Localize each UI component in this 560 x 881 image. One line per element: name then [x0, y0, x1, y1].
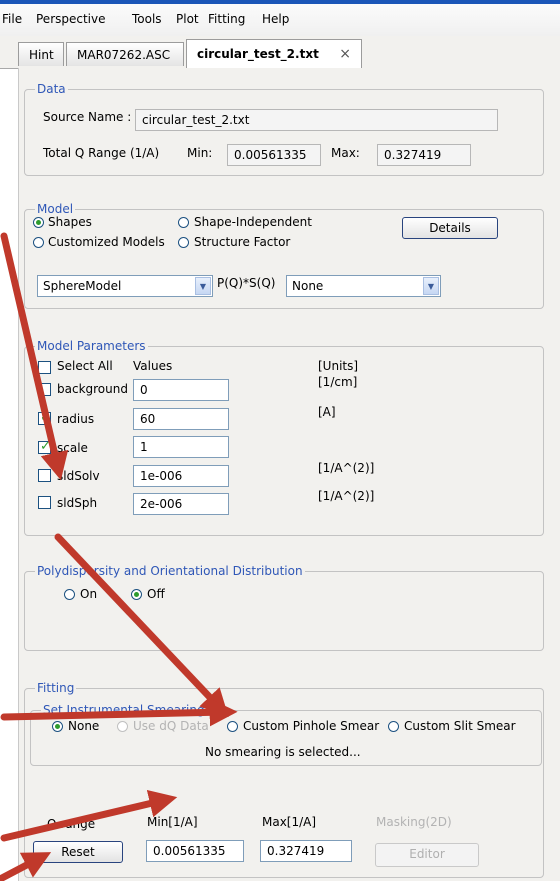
param-name-radius: radius [57, 412, 95, 426]
chevron-down-icon[interactable]: ▼ [423, 277, 439, 295]
polydispersity-off-radio[interactable] [131, 589, 142, 600]
sldsph-checkbox[interactable] [38, 496, 51, 509]
shapes-label: Shapes [48, 215, 92, 229]
menu-perspective[interactable]: Perspective [36, 12, 106, 26]
param-unit-sldsph: [1/A^(2)] [318, 489, 375, 503]
polydispersity-title: Polydispersity and Orientational Distrib… [35, 564, 305, 578]
tab-hint-label: Hint [29, 48, 54, 62]
structure-factor-label: Structure Factor [194, 235, 291, 249]
source-name-field: circular_test_2.txt [135, 109, 498, 131]
polydispersity-off-label: Off [147, 587, 165, 601]
chevron-down-icon[interactable]: ▼ [195, 277, 211, 295]
smear-none-radio[interactable] [52, 721, 63, 732]
editor-button[interactable]: Editor [375, 843, 479, 867]
param-name-scale: scale [57, 441, 88, 455]
tab-circular-test-label: circular_test_2.txt [197, 47, 319, 61]
polydispersity-on-radio[interactable] [64, 589, 75, 600]
smear-slit-label: Custom Slit Smear [404, 719, 516, 733]
smear-none-label: None [68, 719, 100, 733]
tab-strip: Hint MAR07262.ASC circular_test_2.txt × [0, 36, 560, 69]
structure-factor-select-value: None [292, 279, 324, 293]
model-select-value: SphereModel [43, 279, 122, 293]
masking-header: Masking(2D) [376, 815, 452, 829]
menu-file[interactable]: File [2, 12, 22, 26]
smear-status-text: No smearing is selected... [205, 745, 361, 759]
model-parameters-title: Model Parameters [35, 339, 148, 353]
reset-button[interactable]: Reset [33, 841, 123, 863]
smear-dq-radio[interactable] [117, 721, 128, 732]
q-min-field: 0.00561335 [227, 144, 321, 166]
param-name-background: background [57, 382, 128, 396]
model-select[interactable]: SphereModel ▼ [37, 275, 213, 297]
smearing-title: Set Instrumental Smearing [41, 703, 207, 717]
scale-checkbox[interactable] [38, 439, 51, 454]
param-unit-sldsolv: [1/A^(2)] [318, 461, 375, 475]
background-checkbox[interactable] [38, 383, 51, 396]
q-min-input[interactable]: 0.00561335 [146, 840, 244, 862]
menu-help[interactable]: Help [262, 12, 289, 26]
details-button[interactable]: Details [402, 217, 498, 239]
q-max-header: Max[1/A] [262, 815, 317, 829]
param-name-sldsph: sldSph [57, 496, 98, 510]
fitting-title: Fitting [35, 681, 77, 695]
menu-tools[interactable]: Tools [132, 12, 162, 26]
units-header: [Units] [318, 359, 359, 373]
smear-pinhole-label: Custom Pinhole Smear [243, 719, 380, 733]
pq-sq-label: P(Q)*S(Q) [217, 276, 276, 290]
smear-dq-label: Use dQ Data [133, 719, 209, 733]
close-icon[interactable]: × [339, 40, 351, 68]
model-parameters-group: Model Parameters [24, 339, 544, 536]
customized-models-label: Customized Models [48, 235, 165, 249]
q-min-label: Min: [187, 146, 213, 160]
q-max-label: Max: [331, 146, 360, 160]
shape-independent-label: Shape-Independent [194, 215, 312, 229]
tab-circular-test[interactable]: circular_test_2.txt × [186, 39, 362, 69]
tab-hint[interactable]: Hint [18, 42, 64, 66]
param-value-scale[interactable]: 1 [133, 436, 229, 458]
menu-bar: File Perspective Tools Plot Fitting Help [0, 0, 560, 37]
param-value-radius[interactable]: 60 [133, 408, 229, 430]
q-min-header: Min[1/A] [147, 815, 198, 829]
smear-slit-radio[interactable] [388, 721, 399, 732]
menu-fitting[interactable]: Fitting [208, 12, 245, 26]
data-group-title: Data [35, 82, 68, 96]
model-group-title: Model [35, 202, 76, 216]
structure-factor-select[interactable]: None ▼ [286, 275, 441, 297]
param-name-sldsolv: sldSolv [57, 469, 100, 483]
param-value-background[interactable]: 0 [133, 379, 229, 401]
sldsolv-checkbox[interactable] [38, 469, 51, 482]
shape-independent-radio[interactable] [178, 217, 189, 228]
radius-checkbox[interactable] [38, 410, 51, 425]
smear-pinhole-radio[interactable] [227, 721, 238, 732]
values-header: Values [133, 359, 173, 373]
polydispersity-group: Polydispersity and Orientational Distrib… [24, 564, 544, 651]
param-value-sldsph[interactable]: 2e-006 [133, 493, 229, 515]
total-q-range-label: Total Q Range (1/A) [43, 146, 160, 160]
tab-mar07262[interactable]: MAR07262.ASC [66, 42, 184, 66]
q-max-input[interactable]: 0.327419 [260, 840, 352, 862]
q-max-field: 0.327419 [377, 144, 471, 166]
structure-factor-radio[interactable] [178, 237, 189, 248]
customized-models-radio[interactable] [33, 237, 44, 248]
tab-mar07262-label: MAR07262.ASC [77, 48, 171, 62]
shapes-radio[interactable] [33, 217, 44, 228]
select-all-checkbox[interactable] [38, 361, 51, 374]
param-unit-background: [1/cm] [318, 375, 358, 389]
param-unit-radius: [A] [318, 405, 336, 419]
select-all-label: Select All [57, 359, 113, 373]
source-name-label: Source Name : [43, 110, 132, 124]
q-range-label: Q range [47, 817, 96, 831]
param-value-sldsolv[interactable]: 1e-006 [133, 465, 229, 487]
menu-plot[interactable]: Plot [176, 12, 199, 26]
polydispersity-on-label: On [80, 587, 98, 601]
